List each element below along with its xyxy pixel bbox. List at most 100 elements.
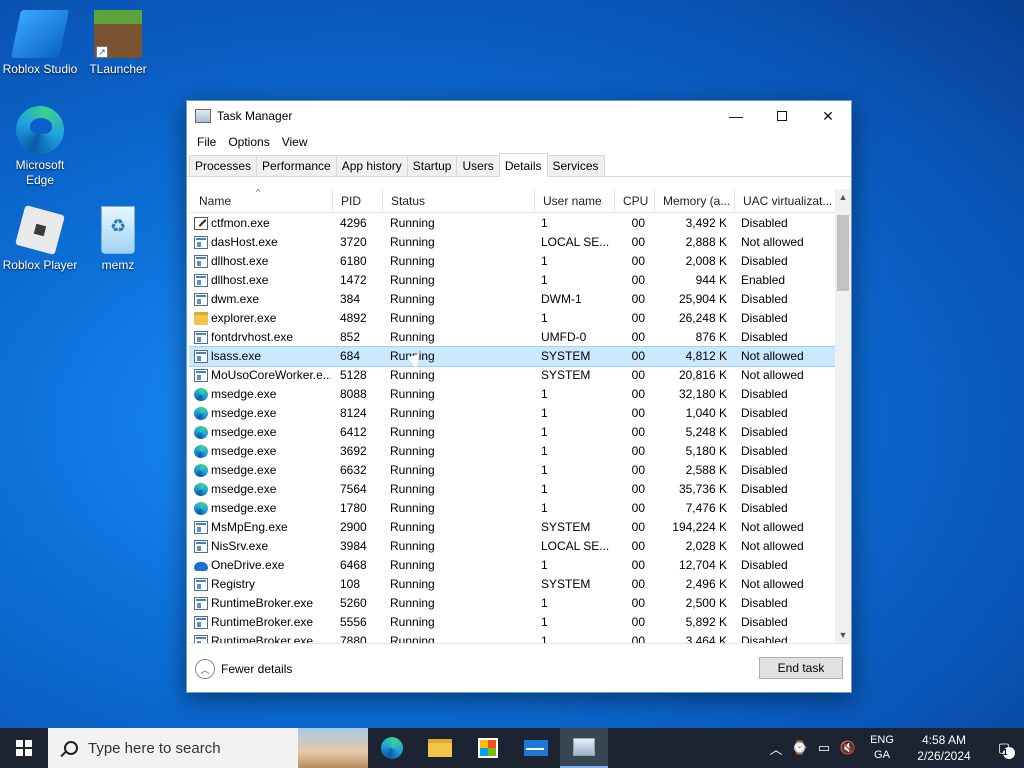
minimize-button[interactable]: — (713, 101, 759, 131)
process-cpu: 00 (631, 425, 645, 439)
process-rows: ctfmon.exe 4296 Running 1 00 3,492 K Disabled d… (189, 214, 836, 644)
table-row[interactable]: OneDrive.exe 6468 Running 1 00 12,704 K Disabl… (189, 556, 835, 575)
table-row[interactable]: lsass.exe 684 Running SYSTEM 00 4,812 K Not al… (189, 346, 836, 367)
scroll-up-icon[interactable]: ▲ (835, 189, 851, 206)
table-row[interactable]: dwm.exe 384 Running DWM-1 00 25,904 K Disabled (189, 290, 835, 309)
process-pid: 4892 (340, 311, 367, 325)
start-button[interactable] (0, 728, 48, 768)
taskbar-task-manager[interactable] (560, 728, 608, 768)
process-uac: Disabled (741, 634, 788, 644)
chevron-up-icon[interactable]: ︿ (764, 739, 788, 758)
tab-users[interactable]: Users (456, 155, 500, 176)
network-icon[interactable]: ▭ (812, 740, 836, 756)
process-uac: Not allowed (741, 349, 804, 363)
process-memory: 20,816 K (678, 368, 727, 382)
taskbar-file-explorer[interactable] (416, 728, 464, 768)
column-status[interactable]: Status (383, 189, 535, 213)
desktop-icon-roblox-player[interactable]: Roblox Player (0, 205, 80, 273)
clock-date: 2/26/2024 (917, 749, 971, 763)
table-row[interactable]: msedge.exe 6412 Running 1 00 5,248 K Disabled (189, 423, 835, 442)
column-name[interactable]: Name ^ (189, 189, 333, 213)
clock[interactable]: 4:58 AM 2/26/2024 (904, 732, 984, 764)
folder-icon (194, 312, 208, 325)
tab-performance[interactable]: Performance (256, 155, 337, 176)
tab-services[interactable]: Services (546, 155, 605, 176)
table-row[interactable]: RuntimeBroker.exe 7880 Running 1 00 3,464 K Di… (189, 632, 835, 644)
table-row[interactable]: msedge.exe 8124 Running 1 00 1,040 K Disabled (189, 404, 835, 423)
table-row[interactable]: RuntimeBroker.exe 5260 Running 1 00 2,500 K Di… (189, 594, 835, 613)
tab-details[interactable]: Details (498, 153, 548, 177)
menu-options[interactable]: Options (222, 135, 275, 149)
process-name: msedge.exe (211, 501, 277, 515)
table-row[interactable]: ctfmon.exe 4296 Running 1 00 3,492 K Disabled (189, 214, 835, 233)
footer: ︿ Fewer details End task (187, 653, 851, 689)
table-row[interactable]: dllhost.exe 1472 Running 1 00 944 K Enabled (189, 271, 835, 290)
desktop-icon-tlauncher[interactable]: ↗ TLauncher (78, 10, 158, 77)
search-placeholder: Type here to search (88, 739, 221, 757)
column-memory[interactable]: Memory (a... (655, 189, 735, 213)
vertical-scrollbar[interactable]: ▲ ▼ (835, 189, 851, 643)
taskbar-store[interactable] (464, 728, 512, 768)
tab-processes[interactable]: Processes (189, 155, 258, 176)
edge-icon (194, 464, 208, 477)
clock-time: 4:58 AM (921, 733, 967, 747)
table-row[interactable]: dllhost.exe 6180 Running 1 00 2,008 K Disabled (189, 252, 835, 271)
taskbar-mail[interactable] (512, 728, 560, 768)
table-row[interactable]: fontdrvhost.exe 852 Running UMFD-0 00 876 K Di… (189, 328, 835, 347)
table-row[interactable]: MoUsoCoreWorker.e... 5128 Running SYSTEM 00 2… (189, 366, 835, 385)
scroll-thumb[interactable] (837, 215, 849, 291)
table-row[interactable]: msedge.exe 1780 Running 1 00 7,476 K Disabled (189, 499, 835, 518)
language-indicator[interactable]: ENG GA (864, 733, 900, 763)
process-pid: 7564 (340, 482, 367, 496)
process-name: lsass.exe (211, 349, 262, 363)
close-button[interactable]: ✕ (805, 101, 851, 131)
process-uac: Disabled (741, 596, 788, 610)
table-row[interactable]: NisSrv.exe 3984 Running LOCAL SE... 00 2,028 … (189, 537, 835, 556)
search-box[interactable]: Type here to search (48, 728, 368, 768)
process-cpu: 00 (631, 406, 645, 420)
process-memory: 4,812 K (685, 349, 727, 363)
table-row[interactable]: msedge.exe 6632 Running 1 00 2,588 K Disabled (189, 461, 835, 480)
tab-startup[interactable]: Startup (406, 155, 458, 176)
table-row[interactable]: msedge.exe 3692 Running 1 00 5,180 K Disabled (189, 442, 835, 461)
shortcut-arrow-icon: ↗ (96, 46, 108, 58)
process-user: DWM-1 (541, 292, 582, 306)
table-row[interactable]: explorer.exe 4892 Running 1 00 26,248 K Disabl… (189, 309, 835, 328)
table-row[interactable]: msedge.exe 8088 Running 1 00 32,180 K Disabled (189, 385, 835, 404)
desktop-icon-edge[interactable]: Microsoft Edge (0, 106, 80, 188)
tab-bar: Processes Performance App history Startu… (187, 153, 851, 177)
table-row[interactable]: msedge.exe 7564 Running 1 00 35,736 K Disabled (189, 480, 835, 499)
menu-file[interactable]: File (191, 135, 222, 149)
process-user: 1 (541, 463, 548, 477)
table-row[interactable]: dasHost.exe 3720 Running LOCAL SE... 00 2,888… (189, 233, 835, 252)
table-row[interactable]: Registry 108 Running SYSTEM 00 2,496 K Not all… (189, 575, 835, 594)
process-memory: 5,180 K (685, 444, 727, 458)
column-uac[interactable]: UAC virtualizat... (735, 189, 835, 213)
process-name: OneDrive.exe (211, 558, 285, 572)
scroll-down-icon[interactable]: ▼ (835, 627, 851, 643)
meet-now-icon[interactable]: ⌚ (788, 740, 812, 756)
process-memory: 32,180 K (678, 387, 727, 401)
column-cpu[interactable]: CPU (615, 189, 655, 213)
edge-icon (194, 502, 208, 515)
table-row[interactable]: MsMpEng.exe 2900 Running SYSTEM 00 194,224 K N… (189, 518, 835, 537)
end-task-button[interactable]: End task (759, 657, 843, 679)
fewer-details-button[interactable]: ︿ Fewer details (195, 659, 292, 679)
column-user-name[interactable]: User name (535, 189, 615, 213)
taskbar-edge[interactable] (368, 728, 416, 768)
title-bar[interactable]: Task Manager — ✕ (187, 101, 851, 131)
process-uac: Enabled (741, 273, 786, 287)
maximize-button[interactable] (759, 101, 805, 131)
menu-view[interactable]: View (276, 135, 314, 149)
volume-muted-icon[interactable]: 🔇 (836, 740, 860, 756)
process-pid: 2900 (340, 520, 367, 534)
task-manager-icon (573, 738, 595, 756)
desktop-icon-roblox-studio[interactable]: Roblox Studio (0, 10, 80, 77)
notifications-button[interactable]: ▢ 1 (984, 728, 1024, 768)
desktop-icon-memz[interactable]: memz (78, 206, 158, 273)
process-cpu: 00 (631, 254, 645, 268)
column-pid[interactable]: PID (333, 189, 383, 213)
table-row[interactable]: RuntimeBroker.exe 5556 Running 1 00 5,892 K Di… (189, 613, 835, 632)
process-uac: Disabled (741, 216, 788, 230)
tab-app-history[interactable]: App history (335, 155, 408, 176)
